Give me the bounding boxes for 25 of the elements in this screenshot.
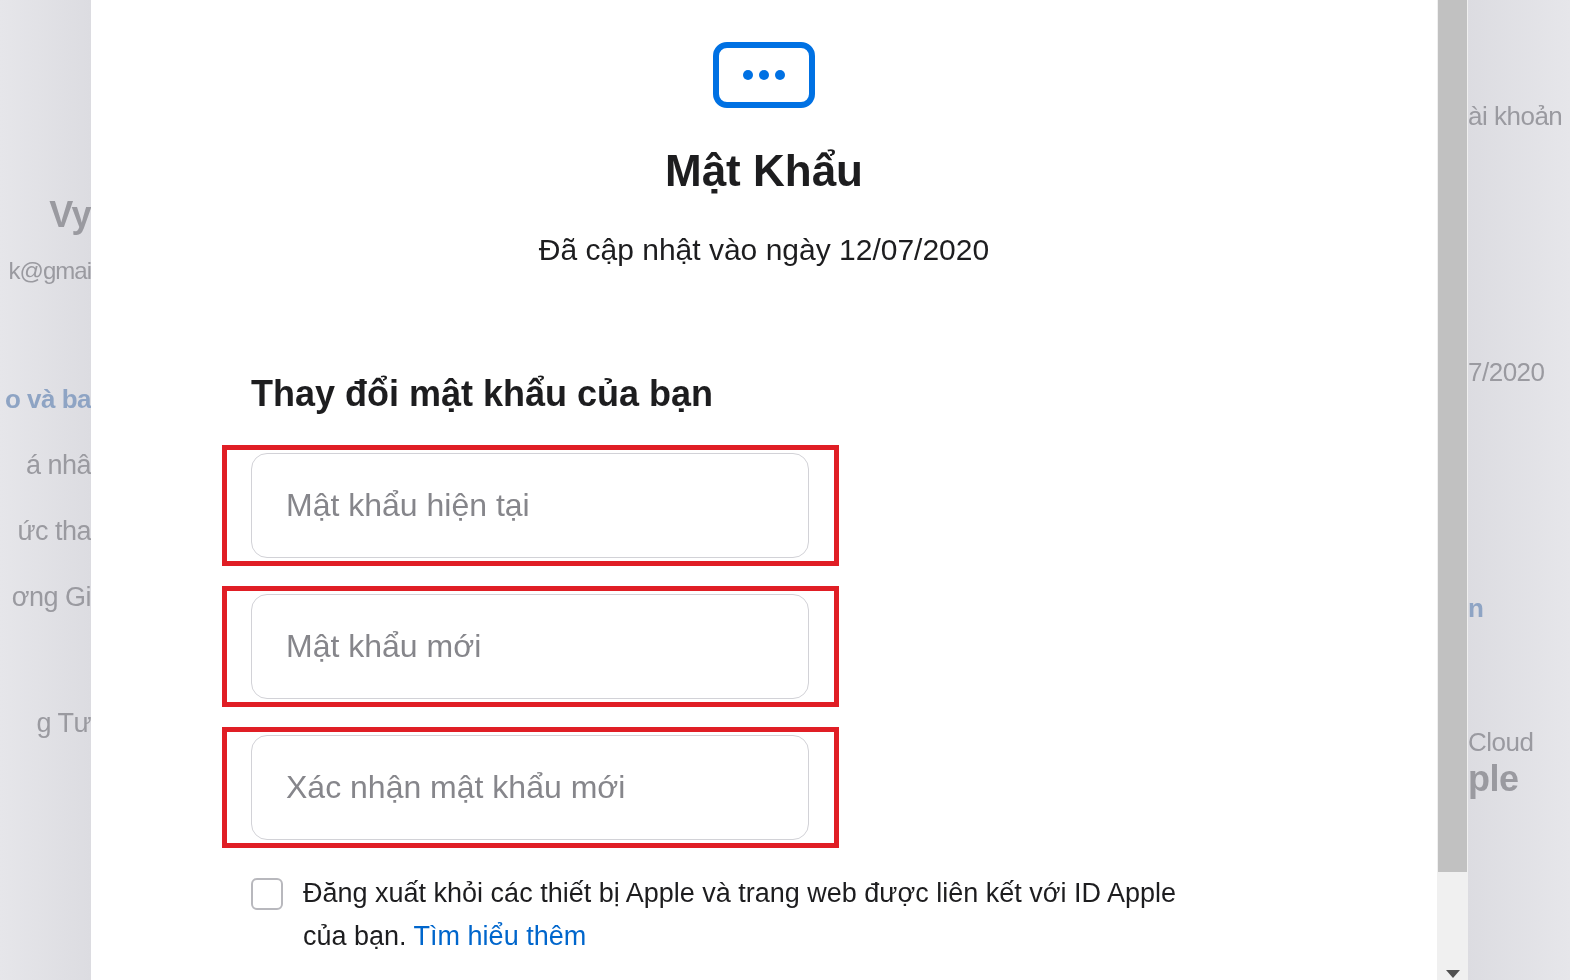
section-heading: Thay đổi mật khẩu của bạn xyxy=(251,372,715,416)
background-text: n xyxy=(1468,592,1484,625)
password-field[interactable]: Xác nhận mật khẩu mới xyxy=(251,735,809,840)
password-icon xyxy=(713,42,815,108)
signout-label: Đăng xuất khỏi các thiết bị Apple và trang web được liên kết với ID Apple của bạn. Tìm hiểu thêm xyxy=(303,877,1177,953)
background-text: k@gmai xyxy=(8,256,91,286)
dialog-title: Mật Khẩu xyxy=(665,145,863,197)
learn-more-link[interactable]: Tìm hiểu thêm xyxy=(413,921,587,951)
background-text: ple xyxy=(1468,761,1519,797)
background-text: á nhâ xyxy=(25,449,91,482)
background-text: ài khoản xyxy=(1468,100,1563,133)
updated-date: Đã cập nhật vào ngày 12/07/2020 xyxy=(538,232,990,268)
background-text: 7/2020 xyxy=(1468,356,1545,389)
password-field[interactable]: Mật khẩu hiện tại xyxy=(251,453,809,558)
password-field[interactable]: Mật khẩu mới xyxy=(251,594,809,699)
checkbox[interactable] xyxy=(251,878,283,910)
background-text: o và ba xyxy=(4,383,91,416)
background-text: Cloud xyxy=(1468,726,1534,759)
background-text: Vy xyxy=(49,197,91,233)
scroll-down-icon[interactable] xyxy=(1445,970,1460,978)
background-text: ức tha xyxy=(17,515,91,548)
background-text: ơng Gi xyxy=(11,581,91,614)
background-text: g Tư xyxy=(36,707,91,740)
scrollbar[interactable] xyxy=(1437,0,1468,980)
scrollbar-thumb[interactable] xyxy=(1438,0,1467,872)
